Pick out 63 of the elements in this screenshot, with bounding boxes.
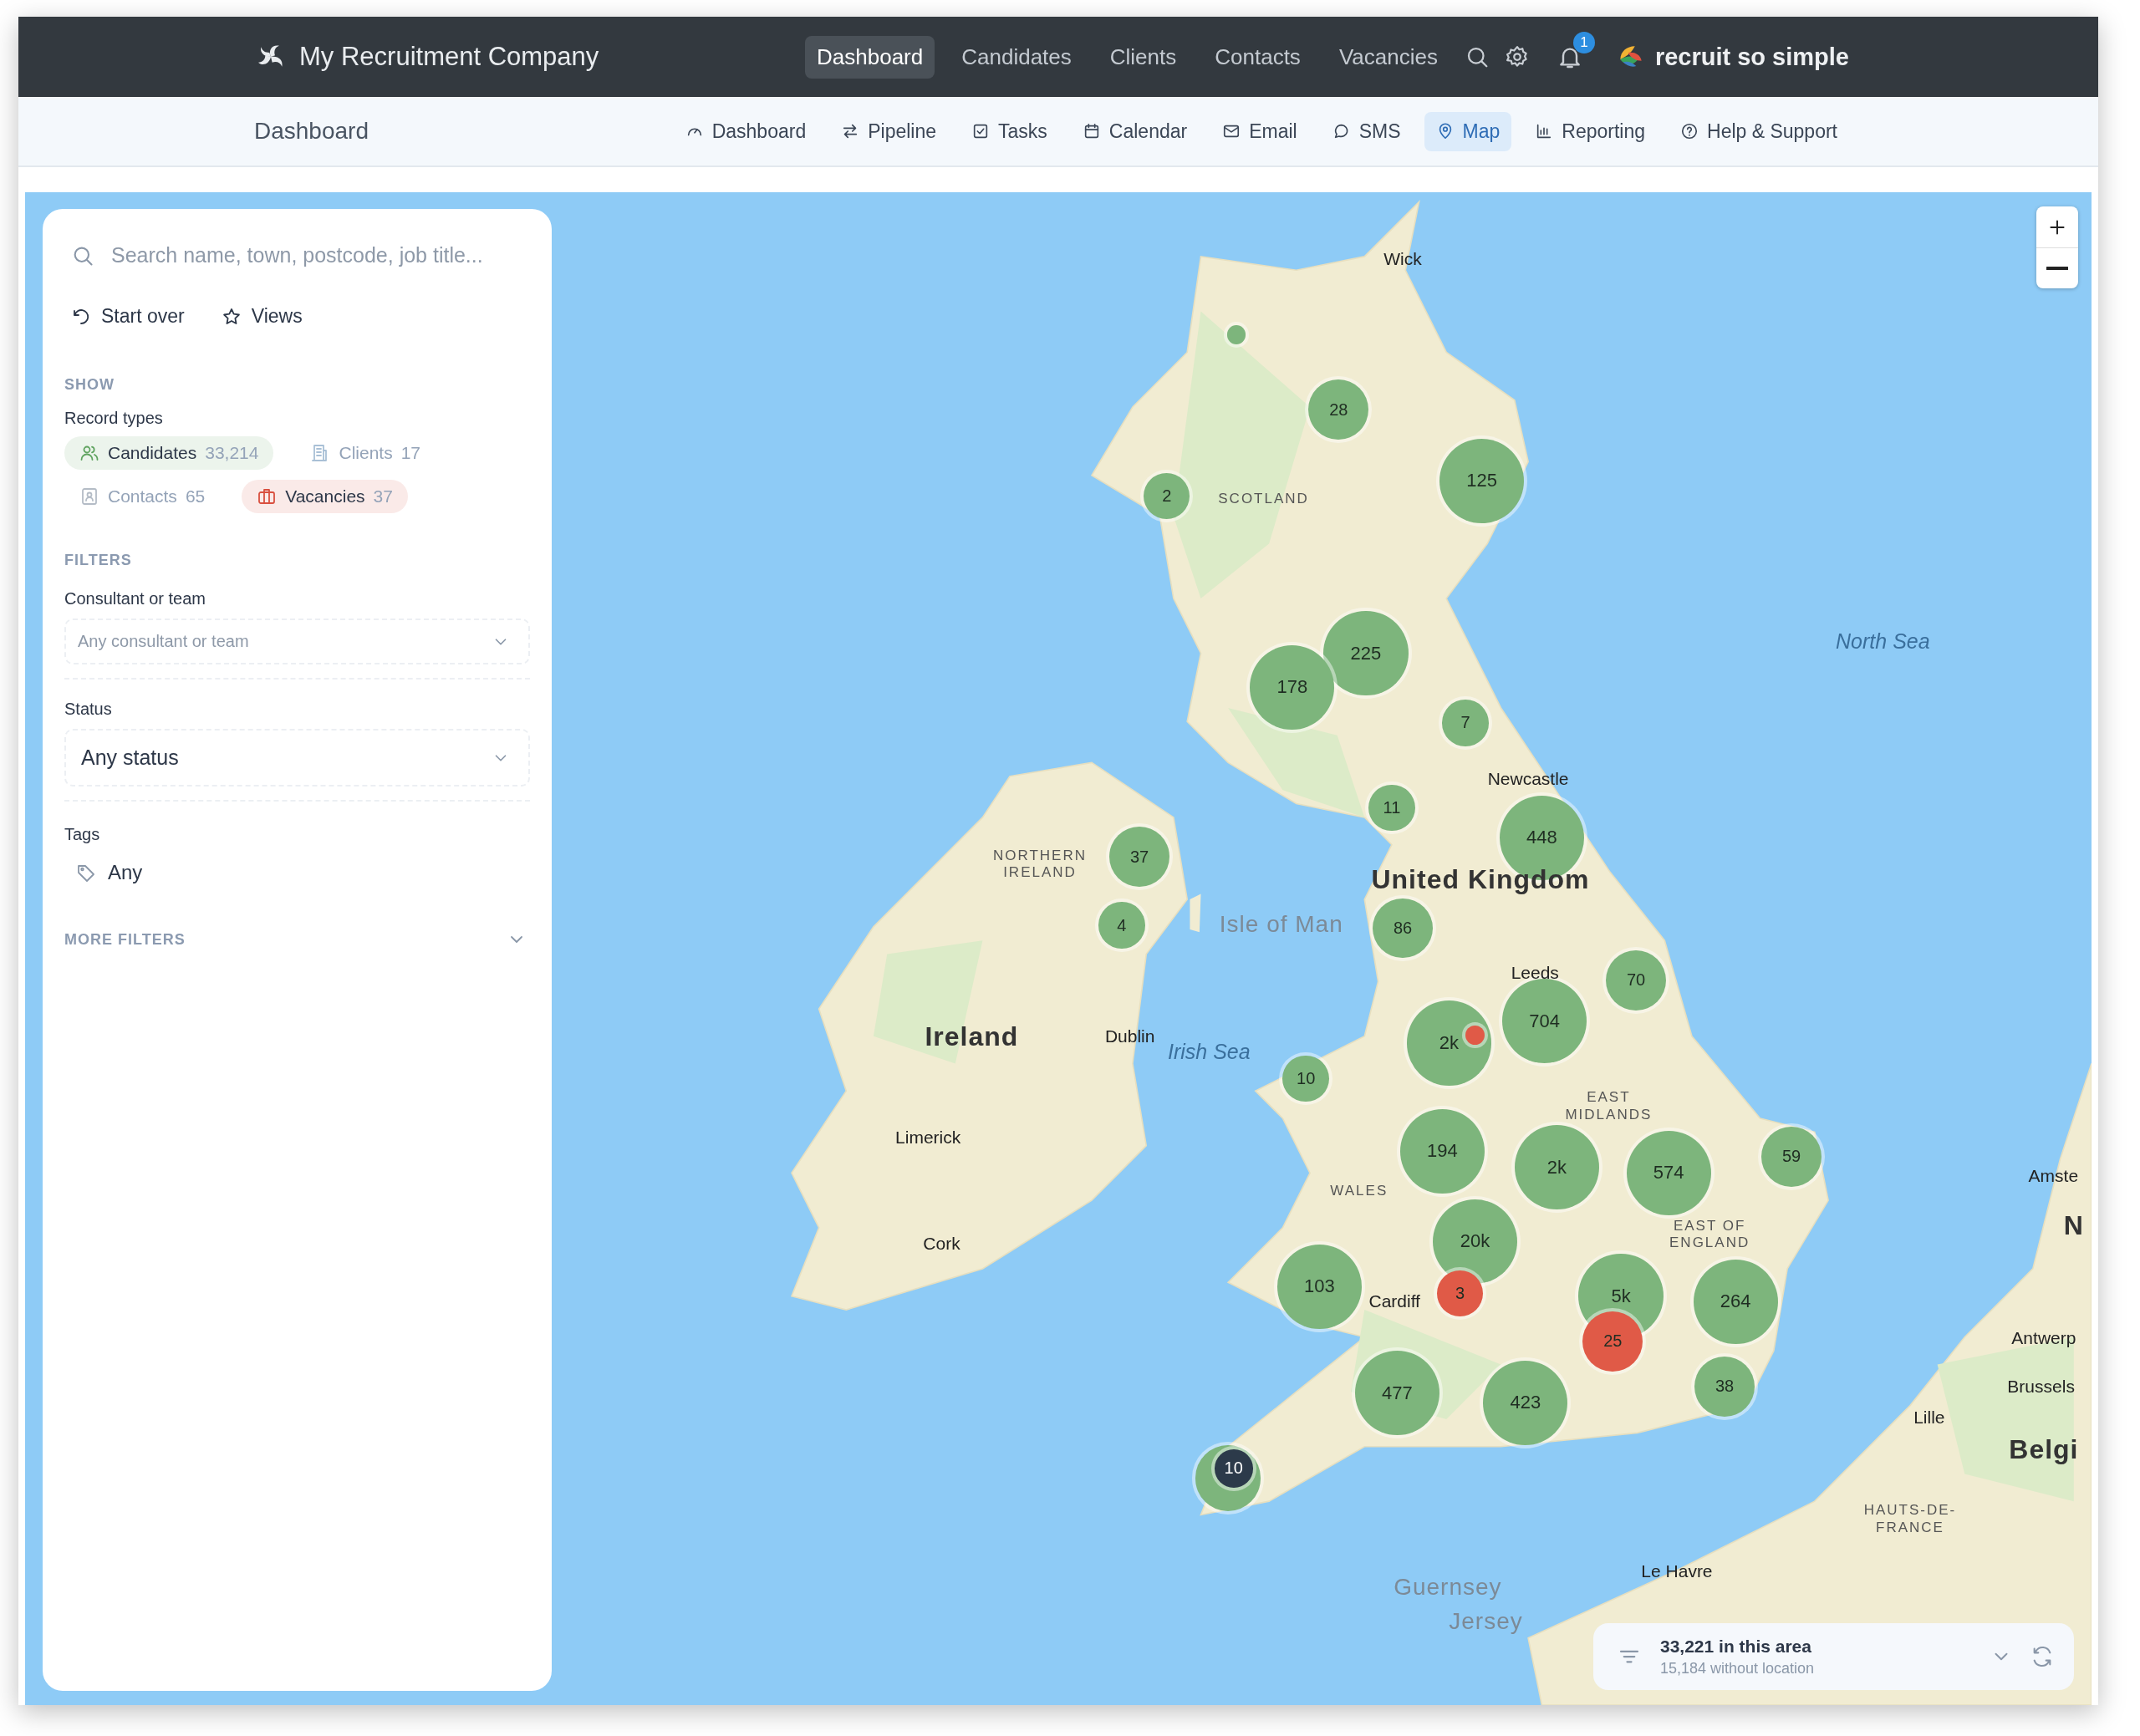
map-place-label: EAST MIDLANDS (1564, 1088, 1653, 1123)
sub-tab[interactable]: Pipeline (829, 111, 949, 151)
map-place-label: SCOTLAND (1217, 490, 1310, 507)
nav-tab[interactable]: Vacancies (1327, 35, 1450, 79)
map-place-label: Lille (1913, 1408, 1945, 1428)
product-name: recruit so simple (1654, 43, 1849, 71)
tag-selector[interactable]: Any (64, 861, 155, 884)
map-place-label: Ireland (925, 1021, 1019, 1052)
search-field[interactable]: Search name, town, postcode, job title... (64, 232, 530, 278)
minus-icon (2046, 267, 2068, 270)
field-label: Status (64, 700, 113, 719)
sub-tab[interactable]: Map (1424, 111, 1512, 151)
nav-tab[interactable]: Candidates (950, 35, 1083, 79)
map-place-label: Belgi (2009, 1433, 2079, 1465)
record-type-toggle[interactable]: Vacancies 37 (242, 480, 408, 513)
notification-badge: 1 (1572, 32, 1595, 53)
map-place-label: Guernsey (1394, 1574, 1502, 1601)
nav-tab[interactable]: Dashboard (805, 35, 935, 79)
section-heading: SHOW (64, 376, 115, 394)
map-place-label: Amste (2028, 1165, 2079, 1186)
dropdown-field[interactable]: Any status (64, 729, 530, 787)
map-place-label: Wick (1383, 249, 1422, 270)
map-place-label: Limerick (895, 1127, 961, 1148)
nav-tab[interactable]: Contacts (1203, 35, 1312, 79)
without-location-count: 15,184 without location (1660, 1659, 1816, 1677)
field-label: Record types (64, 409, 164, 428)
record-type-toggle[interactable]: Candidates 33,214 (64, 436, 274, 470)
map-place-label: Dublin (1104, 1026, 1155, 1046)
map-place-label: Isle of Man (1219, 910, 1343, 938)
map-place-label: EAST OF ENGLAND (1669, 1217, 1751, 1252)
nav-tab[interactable]: Clients (1098, 35, 1189, 79)
action-link[interactable]: Views (221, 305, 303, 328)
action-link[interactable]: Start over (71, 305, 185, 328)
map-place-label: Jersey (1449, 1608, 1523, 1636)
tag-icon (76, 863, 96, 883)
sub-tab[interactable]: Calendar (1070, 111, 1200, 151)
map-place-label: N (2063, 1209, 2084, 1241)
map-place-label: WALES (1329, 1182, 1389, 1199)
map-place-label: HAUTS-DE-FRANCE (1862, 1502, 1958, 1536)
sub-tab[interactable]: Tasks (960, 111, 1059, 151)
sub-tab[interactable]: Reporting (1523, 111, 1657, 151)
map-place-label: Newcastle (1487, 769, 1569, 790)
map-place-label: Cardiff (1368, 1291, 1420, 1312)
sub-tab[interactable]: Help & Support (1669, 111, 1849, 151)
map-place-label: Antwerp (2011, 1328, 2076, 1349)
field-label: Consultant or team (64, 589, 206, 608)
map-place-label: Brussels (2007, 1376, 2075, 1397)
sub-tab[interactable]: Email (1210, 111, 1309, 151)
field-label: Tags (64, 825, 101, 844)
map-place-label: Cork (923, 1234, 960, 1255)
sub-tab[interactable]: Dashboard (673, 111, 818, 151)
map-place-label: Le Havre (1641, 1560, 1713, 1581)
star-icon (221, 306, 242, 327)
map-place-label: Irish Sea (1167, 1039, 1251, 1064)
map-place-label: North Sea (1836, 629, 1930, 654)
section-heading: FILTERS (64, 552, 133, 569)
settings-icon[interactable] (1504, 44, 1530, 69)
page-title: Dashboard (254, 118, 369, 145)
company-name: My Recruitment Company (299, 42, 599, 72)
map-place-label: NORTHERN IRELAND (991, 847, 1088, 881)
help-icon (1680, 122, 1699, 140)
result-count: 33,221 in this area (1660, 1636, 1812, 1657)
sub-tab[interactable]: SMS (1320, 111, 1413, 151)
